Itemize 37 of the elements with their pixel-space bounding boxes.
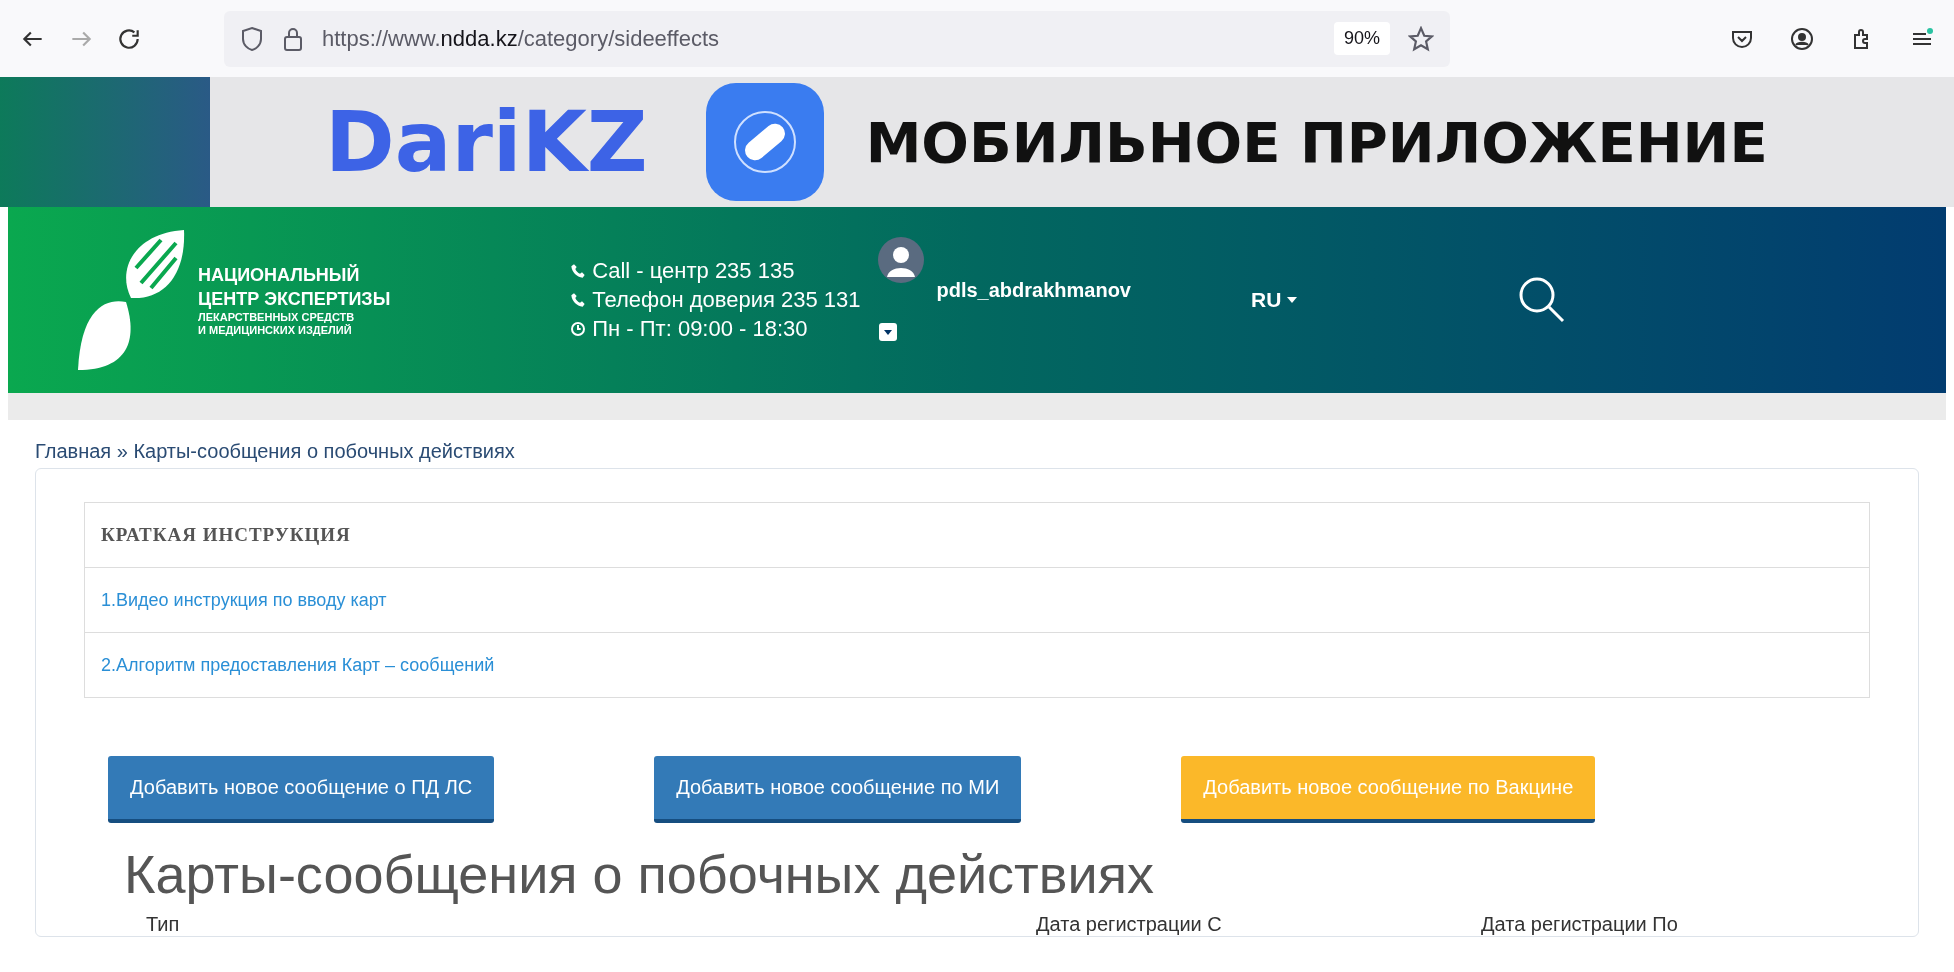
- banner-slogan: МОБИЛЬНОЕ ПРИЛОЖЕНИЕ: [865, 109, 1768, 175]
- org-name: НАЦИОНАЛЬНЫЙ: [198, 263, 361, 287]
- add-report-button[interactable]: Добавить новое сообщение по МИ: [654, 756, 1022, 823]
- contact-text: Телефон доверия 235 131: [592, 287, 861, 313]
- org-name: ЦЕНТР ЭКСПЕРТИЗЫ: [198, 288, 391, 311]
- add-report-button[interactable]: Добавить новое сообщение о ПД ЛС: [108, 756, 495, 823]
- user-name[interactable]: pdls_abdrakhmanov: [936, 279, 1131, 302]
- breadcrumb-link[interactable]: Главная: [35, 440, 112, 462]
- clock-icon: [570, 321, 587, 337]
- org-subtitle: ЛЕКАРСТВЕННЫХ СРЕДСТВ: [198, 311, 356, 324]
- zoom-level[interactable]: 90%: [1333, 22, 1390, 55]
- instruction-link[interactable]: 2.Алгоритм предоставления Карт – сообщений: [101, 654, 495, 676]
- breadcrumb-separator: »: [115, 440, 129, 462]
- account-icon[interactable]: [1790, 26, 1814, 51]
- app-banner[interactable]: DariKZ МОБИЛЬНОЕ ПРИЛОЖЕНИЕ: [0, 77, 1954, 207]
- org-subtitle: И МЕДИЦИНСКИХ ИЗДЕЛИЙ: [198, 324, 352, 337]
- phone-icon: [570, 263, 587, 279]
- address-bar[interactable]: https://www.ndda.kz/category/sideeffects 90%: [224, 10, 1450, 67]
- breadcrumb-current: Карты-сообщения о побочных действиях: [133, 440, 515, 462]
- page-heading: Карты-сообщения о побочных действиях: [124, 843, 1155, 905]
- pill-icon: [705, 83, 824, 201]
- star-icon[interactable]: [1408, 25, 1434, 52]
- table-heading: КРАТКАЯ ИНСТРУКЦИЯ: [101, 524, 351, 546]
- filter-label: Тип: [146, 913, 181, 936]
- lock-icon: [282, 25, 304, 52]
- url-text: https://www.ndda.kz/category/sideeffects: [322, 25, 720, 52]
- brand-name: DariKZ: [325, 93, 648, 191]
- contact-text: Пн - Пт: 09:00 - 18:30: [592, 316, 808, 342]
- filter-label: Дата регистрации С: [1036, 913, 1223, 936]
- leaf-logo-icon[interactable]: [76, 228, 186, 372]
- phone-icon: [570, 292, 587, 308]
- shield-icon: [240, 25, 264, 52]
- caret-icon: [1287, 297, 1298, 303]
- language-selector[interactable]: RU: [1251, 288, 1298, 312]
- instruction-link[interactable]: 1.Видео инструкция по вводу карт: [101, 589, 387, 611]
- contact-text: Call - центр 235 135: [592, 258, 795, 284]
- filter-label: Дата регистрации По: [1481, 913, 1679, 936]
